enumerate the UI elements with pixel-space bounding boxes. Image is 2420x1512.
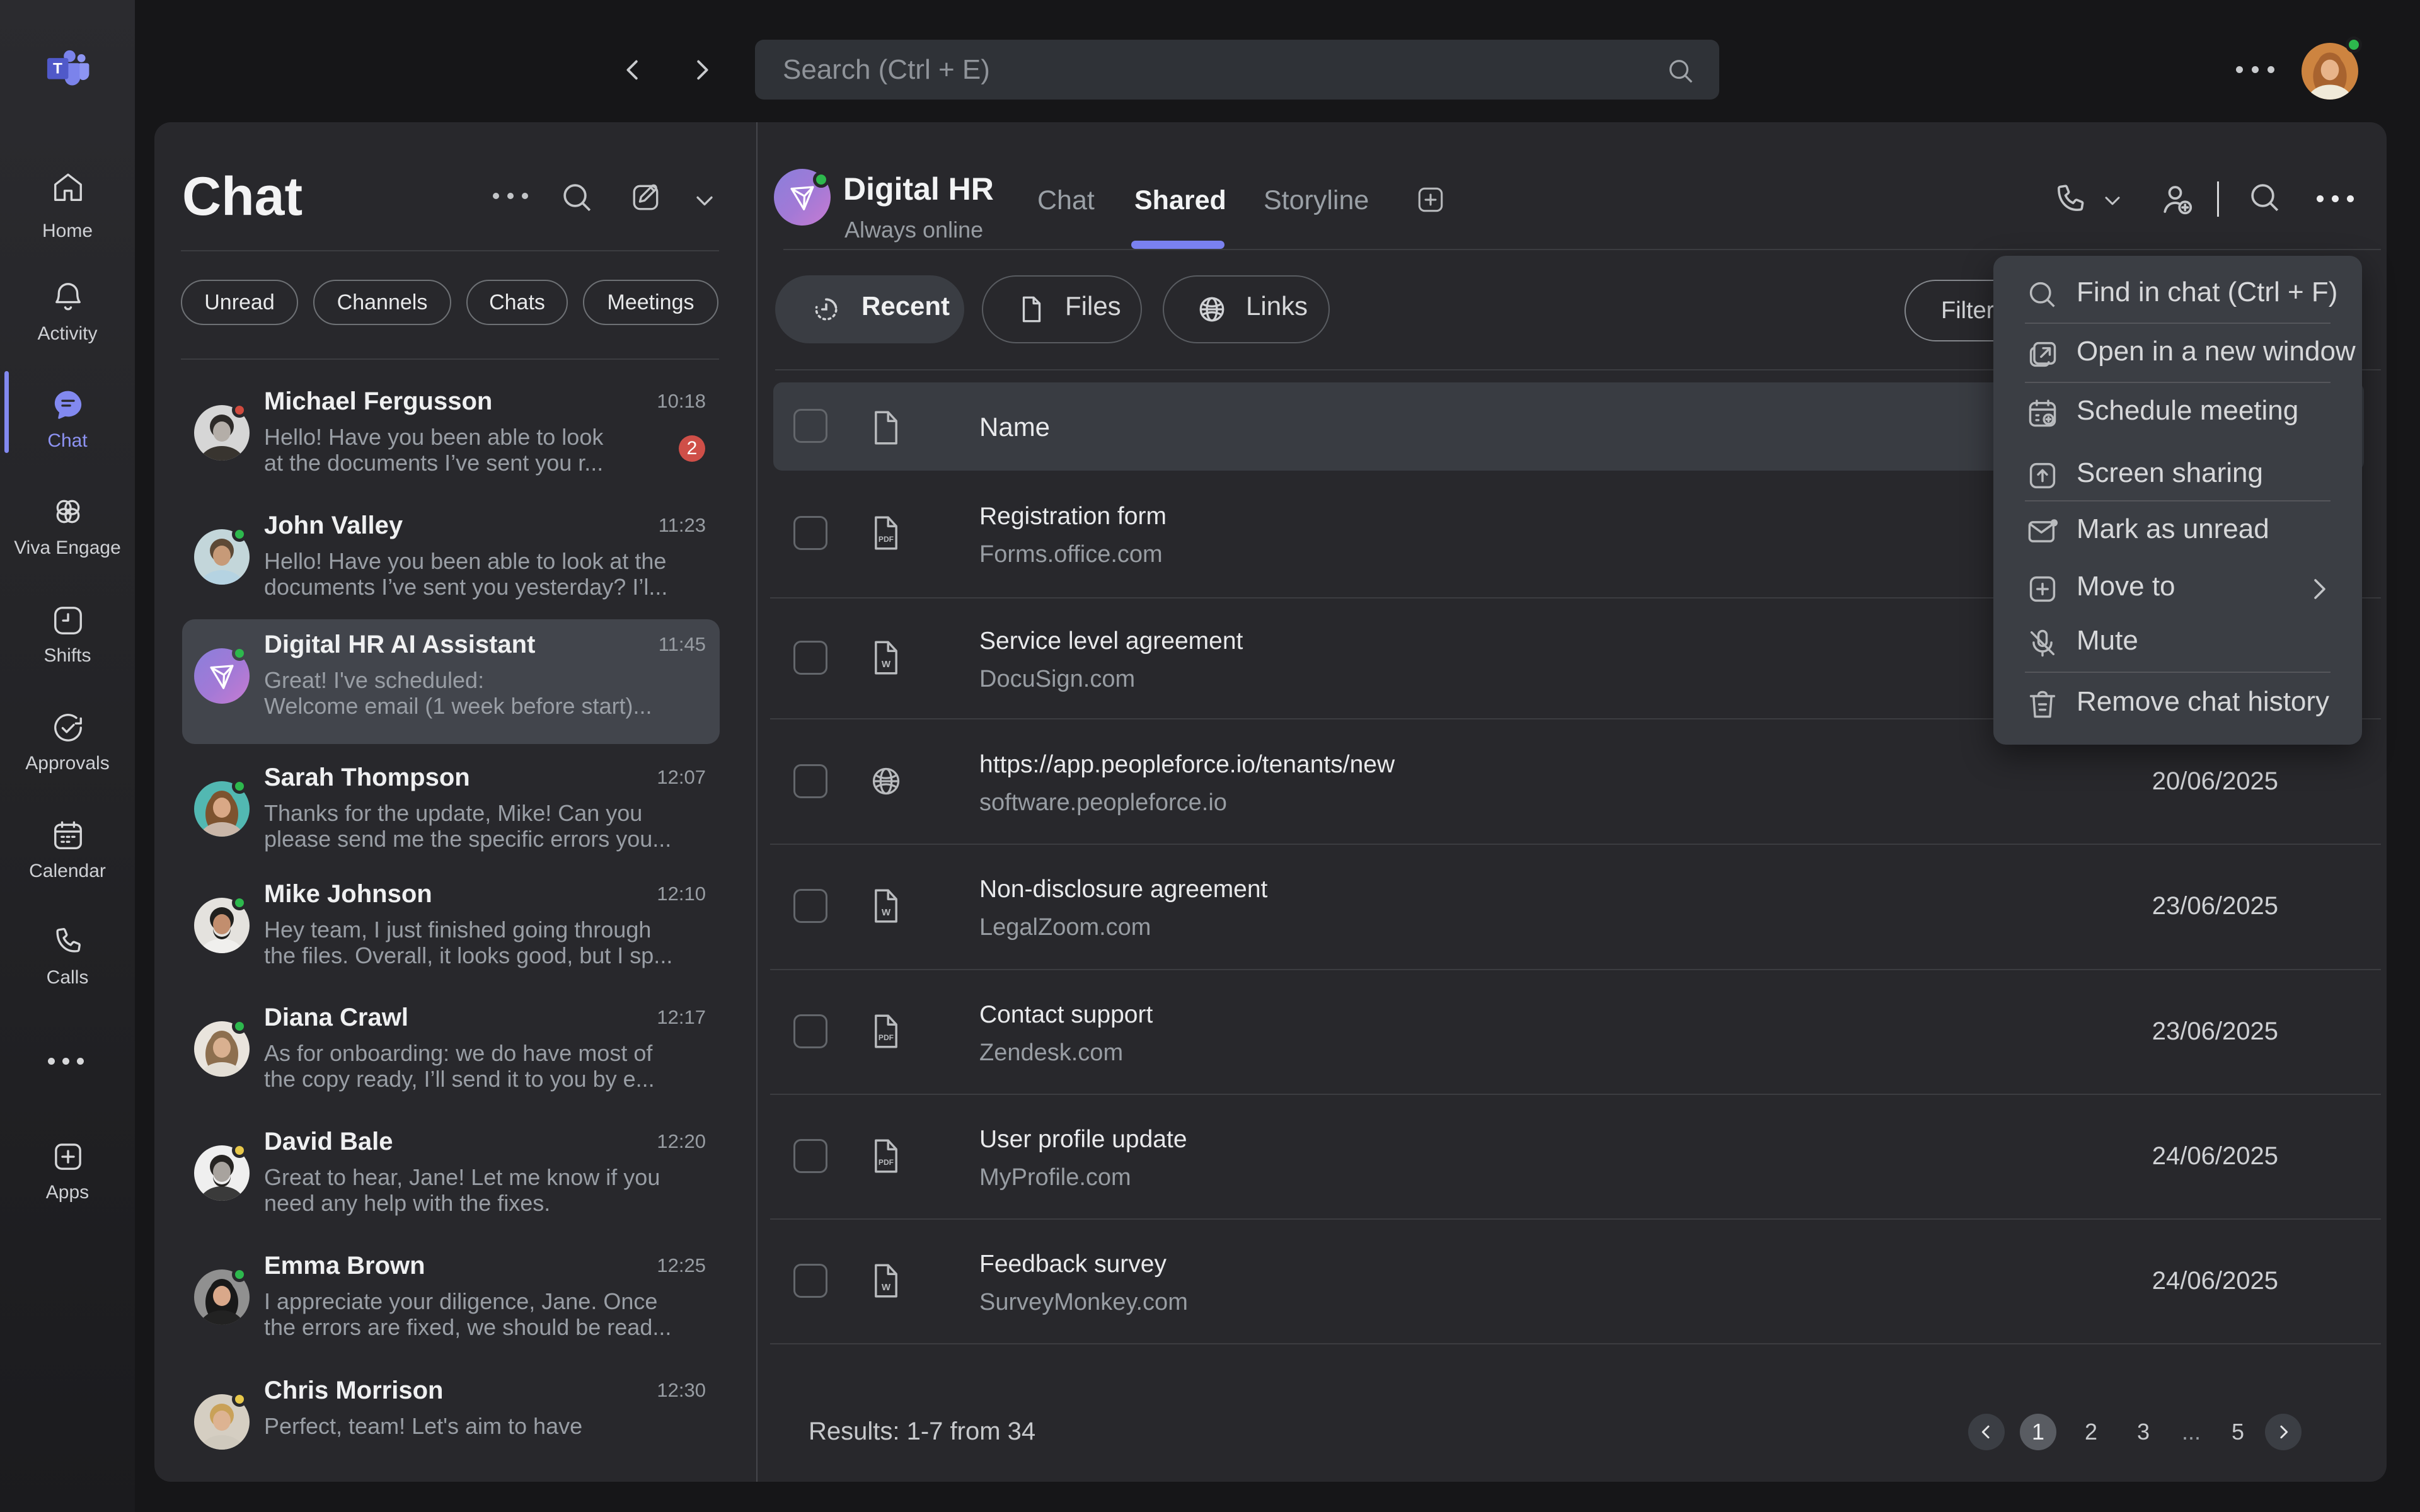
svg-text:W: W: [882, 907, 891, 918]
svg-text:PDF: PDF: [879, 1158, 894, 1167]
svg-text:W: W: [882, 1282, 891, 1293]
svg-text:PDF: PDF: [879, 535, 894, 544]
svg-text:W: W: [882, 659, 891, 670]
svg-text:T: T: [53, 60, 62, 77]
svg-text:PDF: PDF: [879, 1033, 894, 1042]
